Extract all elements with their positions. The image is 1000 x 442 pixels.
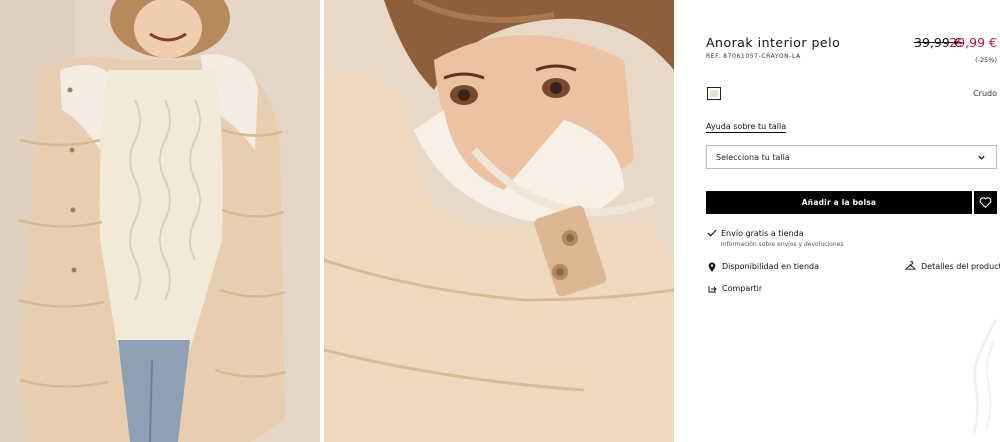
selected-color-name: Crudo <box>973 89 997 98</box>
product-title: Anorak interior pelo <box>706 35 841 50</box>
add-to-wishlist-button[interactable] <box>974 191 997 214</box>
size-help-link[interactable]: Ayuda sobre tu talla <box>706 122 787 133</box>
discount-badge: (-25%) <box>975 56 997 64</box>
shipping-info-link[interactable]: Información sobre envíos y devoluciones <box>721 241 843 248</box>
size-select-placeholder: Selecciona tu talla <box>716 153 790 162</box>
add-to-bag-button[interactable]: Añadir a la bolsa <box>706 191 972 214</box>
product-details-label: Detalles del producto <box>921 262 1000 271</box>
checkmark-icon <box>707 229 717 237</box>
chevron-down-icon <box>978 155 985 160</box>
share-icon <box>708 286 717 293</box>
product-info-panel: Anorak interior pelo REF. 87061057-CRAYO… <box>706 0 1000 442</box>
location-pin-icon <box>708 262 716 272</box>
store-availability-label: Disponibilidad en tienda <box>722 262 820 271</box>
decorative-watermark <box>972 319 998 434</box>
product-photo-1-image <box>0 0 320 442</box>
size-select[interactable]: Selecciona tu talla <box>706 145 997 169</box>
product-reference: REF. 87061057-CRAYON-LA <box>706 53 801 60</box>
free-shipping-title: Envío gratis a tienda <box>721 229 804 238</box>
color-swatch-crudo[interactable] <box>707 87 721 100</box>
heart-icon <box>979 197 992 208</box>
sale-price: 29,99 € <box>949 35 997 50</box>
swatch-fill <box>710 90 718 97</box>
share-label: Compartir <box>722 284 763 293</box>
product-photo-2-image <box>324 0 674 442</box>
product-photo-2[interactable] <box>324 0 674 442</box>
product-details-link[interactable]: Detalles del producto <box>905 261 1000 273</box>
hanger-icon <box>905 261 916 270</box>
product-photo-1[interactable] <box>0 0 320 442</box>
